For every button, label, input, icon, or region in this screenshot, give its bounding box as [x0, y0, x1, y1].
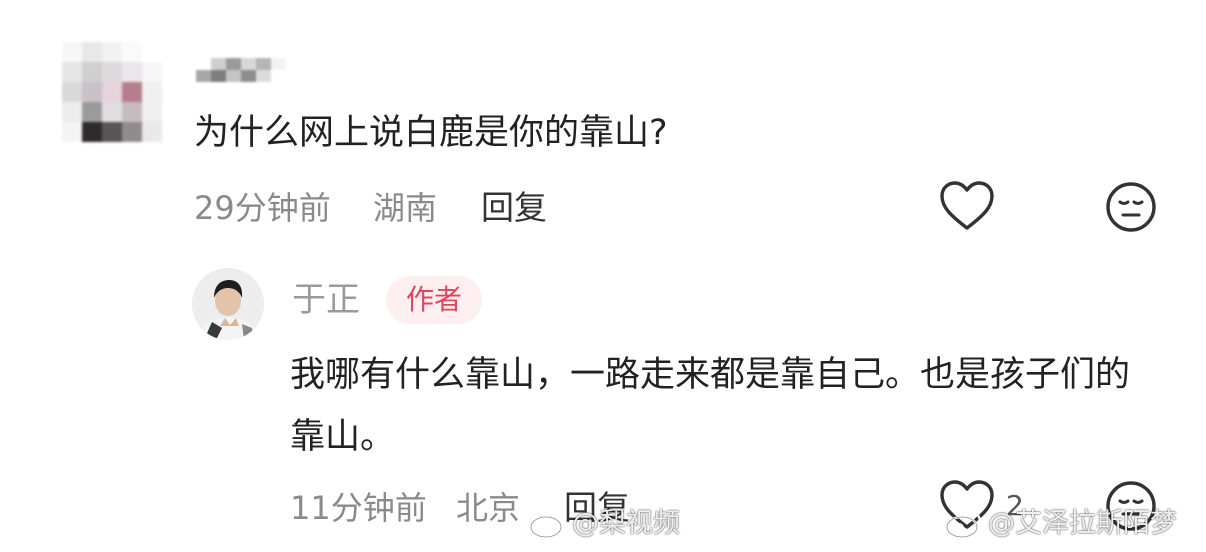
watermark-text: @梨视频	[572, 508, 680, 539]
watermark-user: @艾泽拉斯陌梦	[944, 504, 1177, 544]
comment-text: 为什么网上说白鹿是你的靠山?	[194, 113, 668, 153]
avatar-portrait	[192, 268, 264, 340]
commenter-avatar[interactable]	[62, 42, 162, 142]
reply-avatar[interactable]	[192, 268, 264, 340]
watermark-pear-video: @梨视频	[528, 504, 680, 544]
watermark-text: @艾泽拉斯陌梦	[988, 508, 1177, 539]
weibo-icon	[945, 510, 982, 539]
reply-text: 我哪有什么靠山，一路走来都是靠自己。也是孩子们的靠山。	[290, 355, 1131, 457]
commenter-username[interactable]	[196, 58, 286, 82]
meh-face-icon[interactable]	[1101, 177, 1161, 237]
reply-time: 11分钟前	[290, 489, 427, 527]
heart-outline-icon[interactable]	[937, 177, 997, 237]
reply-username[interactable]: 于正	[292, 276, 360, 324]
author-badge: 作者	[386, 276, 482, 324]
comment-location: 湖南	[373, 189, 438, 227]
comment-reply-button[interactable]: 回复	[481, 186, 547, 230]
comment-time: 29分钟前	[194, 189, 331, 227]
weibo-icon	[529, 510, 566, 539]
reply-location: 北京	[456, 489, 521, 527]
